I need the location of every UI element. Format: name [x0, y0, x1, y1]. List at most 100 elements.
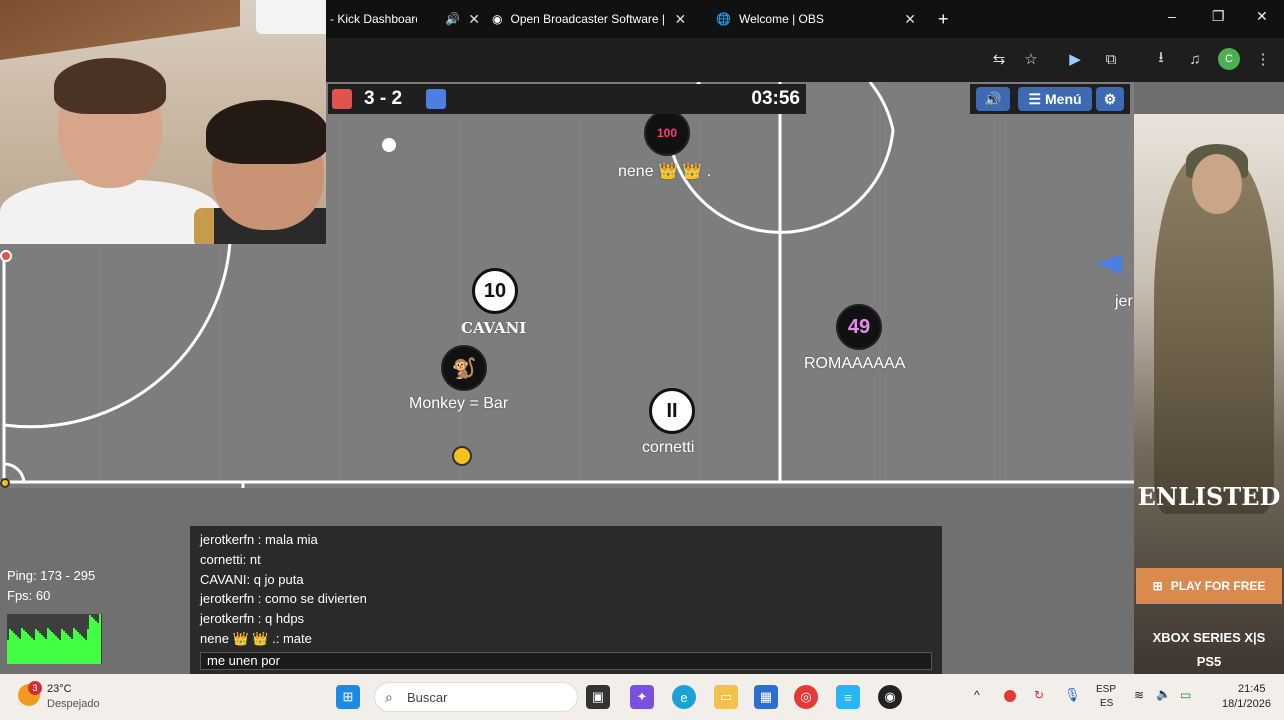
tab-title: Welcome | OBS — [738, 12, 824, 26]
tab-kick-dashboard[interactable]: - Kick Dashboard 🔊 ✕ — [330, 0, 480, 38]
hamburger-icon: ☰ — [1028, 90, 1041, 107]
chat-panel: jerotkerfn : mala mia cornetti: nt CAVAN… — [190, 526, 942, 674]
store-icon[interactable]: ▦ — [754, 685, 778, 709]
settings-button[interactable]: ⚙ — [1096, 87, 1124, 111]
clock-time[interactable]: 21:45 — [1238, 683, 1266, 695]
new-tab-button[interactable]: + — [938, 0, 949, 38]
browser-toolbar: ⇆ ☆ ▶ ⧉ ⭳ ♫ C ⋮ — [326, 38, 1284, 82]
chat-line: CAVANI: q jo puta — [200, 572, 304, 587]
fps-text: Fps: 60 — [7, 588, 51, 603]
match-timer: 03:56 — [751, 88, 800, 109]
player-monkey-disc: 🐒 — [441, 345, 487, 391]
task-view-icon[interactable]: ▣ — [586, 685, 610, 709]
taskbar-search[interactable]: ⌕ Buscar — [374, 682, 578, 712]
tab-title: - Kick Dashboard — [330, 12, 418, 26]
ping-text: Ping: 173 - 295 — [7, 568, 96, 583]
obs-icon[interactable]: ◉ — [878, 685, 902, 709]
language-top[interactable]: ESP — [1096, 684, 1116, 695]
chat-line: cornetti: nt — [200, 552, 261, 567]
star-icon[interactable]: ☆ — [1020, 48, 1042, 70]
red-team-swatch — [332, 89, 352, 109]
gear-icon: ⚙ — [1103, 90, 1117, 107]
notepad-icon[interactable]: ≡ — [836, 685, 860, 709]
close-icon[interactable]: ✕ — [904, 11, 916, 28]
goalpost-yellow — [0, 478, 10, 488]
scoreboard: 3 - 2 03:56 — [328, 84, 806, 114]
sound-button[interactable]: 🔊 — [976, 87, 1010, 111]
yellow-ball — [452, 446, 472, 466]
screen: - Kick Dashboard 🔊 ✕ ◉ Open Broadcaster … — [0, 0, 1284, 720]
chevron-up-icon[interactable]: ^ — [974, 688, 980, 702]
chat-line: nene 👑 👑 .: mate — [200, 631, 312, 646]
globe-icon: 🌐 — [716, 12, 731, 26]
microphone-icon[interactable]: 🎙 — [1064, 687, 1081, 703]
chat-input[interactable]: me unen por — [200, 652, 932, 670]
score-text: 3 - 2 — [364, 88, 403, 109]
chat-line: jerotkerfn : mala mia — [200, 532, 318, 547]
offscreen-pointer-icon — [1096, 254, 1122, 274]
monkey-icon: 🐒 — [451, 357, 477, 380]
media-icon[interactable]: ♫ — [1184, 48, 1206, 70]
blue-team-swatch — [426, 89, 446, 109]
tray-app-icon[interactable] — [1004, 690, 1016, 702]
file-explorer-icon[interactable]: ▭ — [714, 685, 738, 709]
menu-label: Menú — [1045, 91, 1082, 107]
weather-temp: 23°C — [47, 683, 72, 695]
close-icon[interactable]: ✕ — [468, 11, 480, 28]
browser-tabstrip: - Kick Dashboard 🔊 ✕ ◉ Open Broadcaster … — [326, 0, 1284, 38]
player-cavani-name: CAVANI — [461, 319, 527, 337]
language-bottom[interactable]: ES — [1100, 698, 1113, 709]
search-placeholder: Buscar — [407, 689, 448, 705]
windows-icon: ⊞ — [1152, 579, 1163, 593]
player-roma-disc: 49 — [836, 304, 882, 350]
edge-icon[interactable]: e — [672, 685, 696, 709]
player-jer-name: jer — [1115, 293, 1133, 310]
fps-graph-bar — [99, 614, 101, 664]
translate-icon[interactable]: ⇆ — [988, 48, 1010, 70]
clock-date[interactable]: 18/1/2026 — [1222, 698, 1271, 710]
play-for-free-button[interactable]: ⊞ PLAY FOR FREE — [1136, 568, 1282, 604]
tray-sync-icon[interactable]: ↻ — [1034, 688, 1044, 702]
speaker-icon: 🔊 — [984, 90, 1002, 107]
windows-taskbar: 3 23°C Despejado ⊞ ⌕ Buscar ▣ ✦ e ▭ ▦ ◎ … — [0, 674, 1284, 720]
close-window-button[interactable]: ✕ — [1256, 8, 1268, 25]
player-cavani-disc: 10 — [472, 268, 518, 314]
player-nene-disc: 100 — [644, 110, 690, 156]
game-menu-bar: 🔊 ☰ Menú ⚙ — [970, 84, 1130, 114]
copilot-icon[interactable]: ✦ — [630, 685, 654, 709]
more-menu-icon[interactable]: ⋮ — [1252, 48, 1274, 70]
player-roma-name: ROMAAAAAA — [804, 355, 906, 372]
obs-icon: ◉ — [492, 12, 503, 26]
battery-icon[interactable]: ▭ — [1180, 688, 1191, 702]
start-button[interactable]: ⊞ — [336, 685, 360, 709]
fps-graph — [7, 614, 102, 664]
weather-badge: 3 — [28, 681, 42, 695]
extensions-icon[interactable]: ⧉ — [1100, 48, 1122, 70]
search-icon: ⌕ — [385, 689, 393, 705]
speaker-icon[interactable]: 🔊 — [445, 12, 460, 26]
player-cornetti-name: cornetti — [642, 439, 695, 456]
ps5-label: PS5 — [1196, 654, 1222, 669]
xbox-label: XBOX SERIES X|S — [1152, 630, 1266, 645]
chrome-icon[interactable]: ◎ — [794, 685, 818, 709]
ad-banner[interactable]: ENLISTED ⊞ PLAY FOR FREE XBOX SERIES X|S… — [1134, 114, 1284, 674]
tab-title: Open Broadcaster Software | O — [510, 12, 667, 26]
wifi-icon[interactable]: ≋ — [1134, 688, 1144, 702]
menu-button[interactable]: ☰ Menú — [1018, 87, 1092, 111]
tab-obs[interactable]: ◉ Open Broadcaster Software | O ✕ — [492, 0, 702, 38]
play-extension-icon[interactable]: ▶ — [1064, 48, 1086, 70]
volume-icon[interactable]: 🔈 — [1156, 687, 1171, 701]
player-monkey-name: Monkey = Bar — [409, 395, 509, 412]
maximize-button[interactable]: ❐ — [1212, 8, 1225, 25]
goalpost-red — [0, 250, 12, 262]
stats-panel: Ping: 173 - 295 Fps: 60 — [7, 566, 95, 606]
download-icon[interactable]: ⭳ — [1150, 48, 1172, 70]
chat-line: jerotkerfn : q hdps — [200, 611, 305, 626]
minimize-button[interactable]: – — [1168, 8, 1176, 24]
close-icon[interactable]: ✕ — [674, 11, 686, 28]
tab-welcome-obs[interactable]: 🌐 Welcome | OBS ✕ — [716, 0, 916, 38]
ad-cta-label: PLAY FOR FREE — [1170, 579, 1266, 593]
game-ball — [382, 138, 396, 152]
profile-avatar[interactable]: C — [1218, 48, 1240, 70]
chat-line: jerotkerfn : como se divierten — [200, 591, 367, 606]
